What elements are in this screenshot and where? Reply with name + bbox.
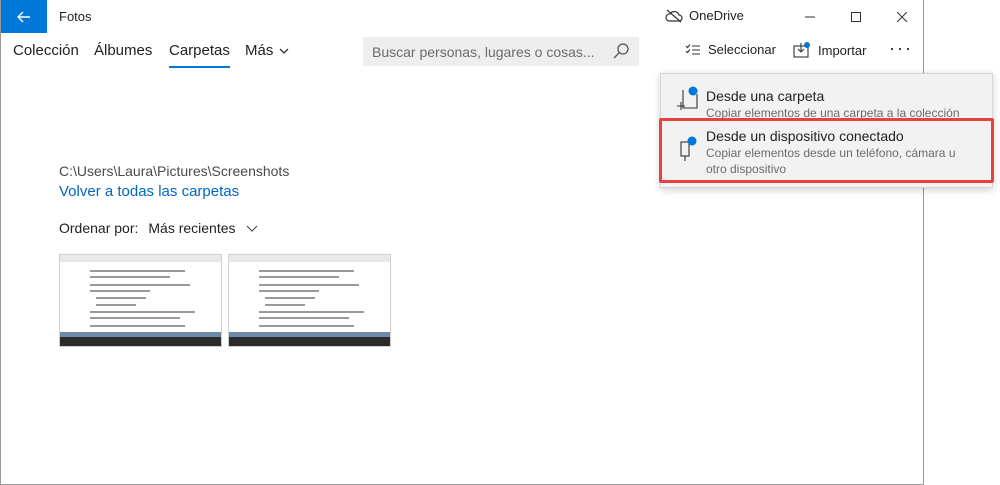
close-icon xyxy=(897,11,907,22)
search-box[interactable]: Buscar personas, lugares o cosas... xyxy=(363,37,639,66)
search-icon[interactable] xyxy=(613,43,629,59)
tab-carpetas[interactable]: Carpetas xyxy=(169,42,230,68)
onedrive-button[interactable]: OneDrive xyxy=(665,8,744,23)
more-options-button[interactable]: ··· xyxy=(889,38,913,59)
folder-path: C:\Users\Laura\Pictures\Screenshots xyxy=(59,163,290,179)
back-to-folders-link[interactable]: Volver a todas las carpetas xyxy=(59,183,239,200)
tab-mas-label: Más xyxy=(245,42,274,59)
onedrive-label: OneDrive xyxy=(689,8,744,23)
chevron-down-icon xyxy=(279,48,289,54)
tab-mas[interactable]: Más xyxy=(245,42,289,59)
tab-coleccion[interactable]: Colección xyxy=(13,42,79,59)
tab-albumes[interactable]: Álbumes xyxy=(94,42,152,59)
app-title: Fotos xyxy=(59,9,92,24)
sort-dropdown[interactable]: Más recientes xyxy=(148,220,257,236)
photo-thumbnail[interactable] xyxy=(228,254,391,347)
sort-value: Más recientes xyxy=(148,220,236,236)
select-label: Seleccionar xyxy=(708,42,776,57)
import-label: Importar xyxy=(818,42,867,58)
sort-label: Ordenar por: xyxy=(59,220,139,236)
maximize-icon xyxy=(851,11,861,22)
import-button[interactable]: Importar xyxy=(793,42,866,58)
back-arrow-icon xyxy=(17,11,30,22)
select-button[interactable]: Seleccionar xyxy=(685,42,776,57)
minimize-button[interactable] xyxy=(787,0,833,33)
minimize-icon xyxy=(805,16,815,17)
close-button[interactable] xyxy=(879,0,925,33)
maximize-button[interactable] xyxy=(833,0,879,33)
photo-thumbnail[interactable] xyxy=(59,254,222,347)
back-button[interactable] xyxy=(1,0,47,33)
import-from-folder[interactable]: Desde una carpeta Copiar elementos de un… xyxy=(661,74,992,120)
import-icon xyxy=(793,42,810,58)
chevron-down-icon xyxy=(246,225,257,232)
import-folder-title: Desde una carpeta xyxy=(706,88,825,104)
highlight-box xyxy=(659,118,994,183)
title-bar: Fotos OneDrive xyxy=(1,0,923,33)
more-options-icon: ··· xyxy=(889,38,913,58)
search-input[interactable]: Buscar personas, lugares o cosas... xyxy=(372,44,595,60)
sort-control: Ordenar por: Más recientes xyxy=(59,220,258,236)
folder-add-icon xyxy=(677,86,698,110)
select-checklist-icon xyxy=(685,43,700,55)
onedrive-off-icon xyxy=(665,9,683,22)
